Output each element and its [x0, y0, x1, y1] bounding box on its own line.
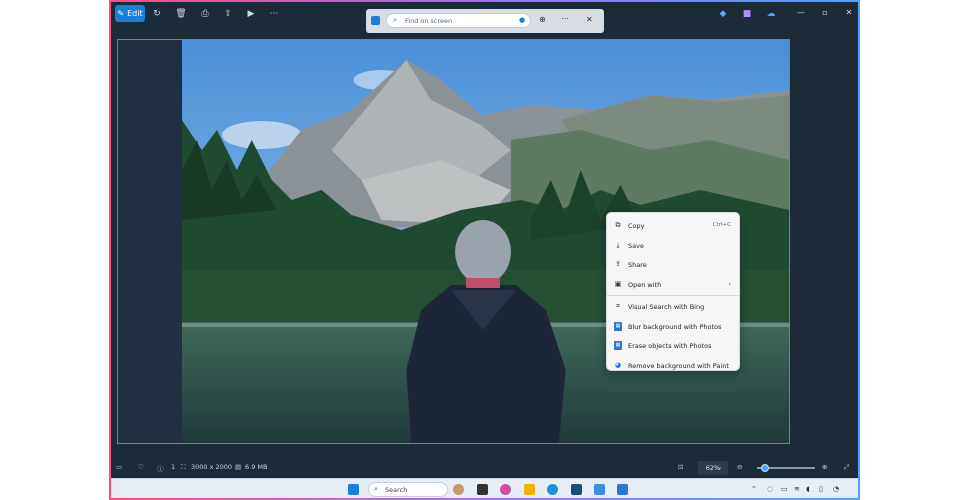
open-with-icon: ▣ [614, 279, 622, 288]
menu-item-blur-background[interactable]: ▦ Blur background with Photos [607, 317, 739, 337]
chevron-up-icon[interactable]: ⌃ [751, 485, 757, 493]
copilot-icon[interactable] [500, 484, 511, 495]
photos-icon: ▦ [614, 341, 622, 350]
menu-separator [607, 295, 739, 296]
menu-item-label: Remove background with Paint [628, 361, 729, 370]
taskbar-search-label: Search [385, 486, 408, 494]
favorite-icon[interactable]: ♡ [138, 463, 144, 471]
filmstrip-panel [118, 40, 182, 443]
find-more-icon[interactable]: ⋯ [561, 14, 569, 23]
zoom-out-icon[interactable]: ⊖ [737, 463, 742, 471]
battery-icon[interactable]: ▯ [819, 485, 823, 493]
menu-item-visual-search[interactable]: ⌗ Visual Search with Bing [607, 297, 739, 317]
more-icon[interactable]: ⋯ [268, 8, 280, 20]
file-explorer-icon[interactable] [524, 484, 535, 495]
capture-icon[interactable]: ⊕ [539, 15, 546, 24]
photos-app-icon[interactable] [594, 484, 605, 495]
save-icon: ⤓ [616, 240, 620, 249]
microphone-icon[interactable]: ● [519, 16, 525, 24]
taskbar-search[interactable]: ⌕ Search [368, 482, 448, 497]
zoom-slider-handle[interactable] [761, 464, 769, 472]
bing-icon [371, 16, 380, 25]
menu-item-share[interactable]: ⇪ Share [607, 255, 739, 275]
widgets-icon[interactable] [453, 484, 464, 495]
info-icon[interactable]: ⓘ [157, 463, 164, 473]
network-icon[interactable]: ◌ [767, 485, 773, 493]
zoom-in-icon[interactable]: ⊕ [822, 463, 827, 471]
menu-item-shortcut: Ctrl+C [712, 222, 731, 228]
close-button[interactable]: ✕ [843, 8, 855, 17]
store-icon[interactable] [571, 484, 582, 495]
display-icon[interactable]: ▭ [781, 485, 788, 493]
find-placeholder: Find on screen [405, 17, 453, 25]
slideshow-icon[interactable]: ▶ [245, 8, 257, 20]
minimize-button[interactable]: — [795, 8, 807, 17]
menu-item-open-with[interactable]: ▣ Open with › [607, 275, 739, 295]
menu-item-save[interactable]: ⤓ Save [607, 236, 739, 256]
rotate-icon[interactable]: ↻ [151, 8, 163, 20]
share-icon: ⇪ [615, 260, 621, 268]
find-input[interactable]: ⌕ Find on screen ● [386, 13, 531, 28]
menu-item-label: Visual Search with Bing [628, 303, 705, 311]
copy-icon: ⧉ [615, 221, 621, 229]
edit-button[interactable]: ✎ Edit [115, 5, 145, 22]
menu-item-erase-objects[interactable]: ▦ Erase objects with Photos [607, 336, 739, 356]
edit-icon: ✎ [117, 9, 125, 18]
image-index: 1 [171, 463, 176, 471]
menu-item-label: Save [628, 241, 644, 250]
edit-button-label: Edit [127, 9, 143, 18]
menu-item-copy[interactable]: ⧉ Copy Ctrl+C [607, 216, 739, 236]
notifications-icon[interactable]: ◔ [833, 485, 839, 493]
context-menu: ⧉ Copy Ctrl+C ⤓ Save ⇪ Share ▣ Open with… [606, 212, 740, 371]
find-on-screen-bar: ⌕ Find on screen ● ⊕ ⋯ ✕ [366, 9, 604, 33]
monitor-icon[interactable]: ▭ [116, 463, 122, 471]
onedrive-icon[interactable]: ☁ [765, 8, 777, 20]
fullscreen-icon[interactable]: ⤢ [844, 463, 849, 472]
taskbar: ⌕ Search ⌃ ◌ ▭ ≋ ◖ ▯ ◔ [111, 478, 858, 498]
print-icon[interactable]: ⎙ [199, 8, 211, 20]
storage-icon: ▤ [235, 463, 242, 471]
image-size-icon: ⛶ [181, 463, 186, 471]
maximize-button[interactable]: ▫ [819, 8, 831, 17]
volume-icon[interactable]: ◖ [806, 485, 810, 493]
file-size: 6.9 MB [245, 463, 268, 471]
fit-to-window-icon[interactable]: ⊡ [678, 463, 683, 471]
zoom-level[interactable]: 62% [698, 461, 728, 475]
menu-item-label: Copy [628, 222, 645, 230]
chevron-right-icon: › [728, 279, 731, 288]
find-close-icon[interactable]: ✕ [586, 15, 593, 24]
image-resolution: 3000 x 2000 [191, 463, 233, 471]
photos-icon: ▦ [614, 321, 622, 331]
menu-item-label: Erase objects with Photos [628, 342, 712, 350]
search-icon: ⌕ [374, 485, 378, 493]
status-bar: ▭ ♡ ⓘ 1 ⛶ 3000 x 2000 ▤ 6.9 MB ⊡ 62% ⌄ ⊖… [111, 459, 858, 477]
task-view-icon[interactable] [477, 484, 488, 495]
menu-item-label: Share [628, 261, 647, 269]
paint-icon: ◕ [614, 360, 622, 369]
visual-search-icon: ⌗ [616, 302, 620, 310]
start-icon[interactable] [348, 484, 359, 495]
share-icon[interactable]: ⇪ [222, 8, 234, 20]
delete-icon[interactable]: 🗑 [175, 8, 187, 20]
menu-item-remove-background[interactable]: ◕ Remove background with Paint [607, 356, 739, 376]
menu-item-label: Open with [628, 280, 662, 289]
photos-window: ✎ Edit ↻ 🗑 ⎙ ⇪ ▶ ⋯ ◆ ■ ☁ — ▫ ✕ ⌕ Find on… [109, 0, 860, 500]
search-icon: ⌕ [393, 16, 397, 24]
menu-item-label: Blur background with Photos [628, 322, 722, 331]
chevron-down-icon[interactable]: ⌄ [717, 463, 722, 471]
snipping-icon[interactable] [617, 484, 628, 495]
wifi-icon[interactable]: ≋ [794, 485, 800, 493]
clipchamp-icon[interactable]: ■ [741, 8, 753, 20]
edge-icon[interactable] [547, 484, 558, 495]
editor-app-icon[interactable]: ◆ [717, 8, 729, 20]
